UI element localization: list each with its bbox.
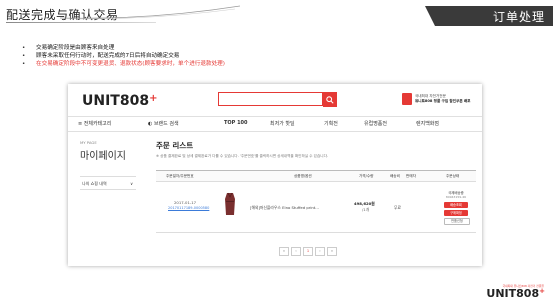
title-swoosh-decoration bbox=[60, 5, 240, 20]
pagination: « ‹ 1 › » bbox=[279, 247, 337, 256]
page-first-button[interactable]: « bbox=[279, 247, 289, 256]
product-name-link[interactable]: [해외]머신플라우스 Elno Stuffed print... bbox=[250, 205, 319, 211]
confirm-purchase-button[interactable]: 구매확정 bbox=[444, 210, 468, 216]
main-nav: ≡ 전체카테고리 ◐ 브랜드 검색 TOP 100 최저가 핫딜 기획전 유럽명… bbox=[68, 116, 482, 132]
col-header-order: 주문일자/주문번호 bbox=[166, 174, 194, 178]
sidebar-item-shopping[interactable]: 나의 쇼핑 내역 ∨ bbox=[80, 176, 136, 190]
bullet-item-highlight: • 在交易确定阶段中不可变更退货、退款状态(顾客要求时，单个进行退款处理) bbox=[22, 60, 225, 68]
title-underline bbox=[6, 22, 156, 23]
page-next-button[interactable]: › bbox=[315, 247, 325, 256]
nav-brand-search[interactable]: ◐ 브랜드 검색 bbox=[148, 120, 179, 127]
bullet-dot: • bbox=[22, 53, 26, 59]
corner-tab-notch bbox=[425, 6, 435, 26]
quantity: /1개 bbox=[362, 207, 370, 212]
search-icon bbox=[326, 95, 334, 104]
bullet-text: 交易确定阶段是由顾客来自处理 bbox=[36, 45, 115, 51]
website-screenshot: UNIT808+ 국내최대 자전거전문 유니트808 정품 구입 할인쿠폰 배포… bbox=[68, 84, 482, 266]
sidebar-item-label: 나의 쇼핑 내역 bbox=[82, 181, 107, 186]
return-request-button[interactable]: 반품신청 bbox=[444, 218, 470, 225]
track-delivery-button[interactable]: 배송조회 bbox=[444, 202, 468, 208]
chevron-down-icon: ∨ bbox=[130, 181, 133, 186]
nav-top100[interactable]: TOP 100 bbox=[224, 120, 248, 126]
bullet-list: • 交易确定阶段是由顾客来自处理 • 顾客未采取任何行动时，配送完成的7日后将自动确… bbox=[22, 44, 225, 68]
sidebar-label: MY PAGE bbox=[80, 140, 97, 145]
col-header-shipping: 배송비 bbox=[390, 174, 400, 178]
bullet-item: • 顾客未采取任何行动时，配送完成的7日后将自动确定交易 bbox=[22, 52, 225, 60]
col-header-status: 주문상태 bbox=[446, 174, 460, 178]
bullet-text: 在交易确定阶段中不可变更退货、退款状态(顾客要求时，单个进行退款处理) bbox=[36, 61, 225, 67]
col-header-product: 상품명/옵션 bbox=[294, 174, 312, 178]
bullet-dot: • bbox=[22, 45, 26, 51]
nav-all-categories[interactable]: ≡ 전체카테고리 bbox=[78, 120, 111, 127]
nav-exhibition[interactable]: 기획전 bbox=[324, 120, 338, 127]
table-row: 2017-01-17 20170117189-0000580 [해외]머신플라우… bbox=[156, 180, 476, 233]
promo-banner[interactable]: 국내최대 자전거전문 유니트808 정품 구입 할인쿠폰 배포 bbox=[402, 91, 474, 107]
page-last-button[interactable]: » bbox=[327, 247, 337, 256]
site-logo[interactable]: UNIT808+ bbox=[82, 93, 157, 109]
col-header-price: 가격/수량 bbox=[359, 174, 374, 178]
footer-logo: UNIT808+ bbox=[486, 287, 545, 300]
page-note: ※ 상품 결제완료 및 상세 결제완료가 다를 수 있습니다. '주문번호'를 … bbox=[156, 154, 329, 158]
tracking-number: 80943159-46 bbox=[445, 195, 467, 199]
coupon-icon bbox=[402, 93, 412, 105]
order-date: 2017-01-17 bbox=[174, 200, 197, 205]
footer-brand: 국내최대 유니트808 자전거 전문몰 UNIT808+ bbox=[486, 284, 545, 300]
nav-europe[interactable]: 유럽명품전 bbox=[364, 120, 387, 127]
nav-hotdeal[interactable]: 최저가 핫딜 bbox=[270, 120, 295, 127]
promo-text: 국내최대 자전거전문 유니트808 정품 구입 할인쿠폰 배포 bbox=[415, 94, 471, 104]
shipping-fee: 무료 bbox=[394, 205, 401, 210]
bullet-dot: • bbox=[22, 61, 26, 67]
promo-line2: 유니트808 정품 구입 할인쿠폰 배포 bbox=[415, 99, 471, 103]
bullet-item: • 交易确定阶段是由顾客来自处理 bbox=[22, 44, 225, 52]
corner-label: 订单处理 bbox=[492, 10, 545, 24]
order-number-link[interactable]: 20170117189-0000580 bbox=[168, 206, 209, 210]
page-number-button[interactable]: 1 bbox=[303, 247, 313, 256]
sidebar-title: 마이페이지 bbox=[80, 151, 126, 162]
bullet-text: 顾客未采取任何行动时，配送完成的7日后将自动确定交易 bbox=[36, 53, 180, 59]
col-header-seller: 판매자 bbox=[406, 174, 416, 178]
footer-logo-text: UNIT808 bbox=[486, 287, 540, 300]
site-logo-plus: + bbox=[149, 93, 158, 104]
product-thumbnail[interactable] bbox=[224, 189, 236, 219]
site-logo-text: UNIT808 bbox=[82, 93, 150, 109]
footer-logo-plus: + bbox=[539, 287, 545, 295]
search-button[interactable] bbox=[323, 92, 337, 107]
nav-department[interactable]: 렌지백화점 bbox=[416, 120, 439, 127]
search-input[interactable] bbox=[218, 92, 323, 106]
page-prev-button[interactable]: ‹ bbox=[291, 247, 301, 256]
page-title: 주문 리스트 bbox=[156, 141, 194, 150]
